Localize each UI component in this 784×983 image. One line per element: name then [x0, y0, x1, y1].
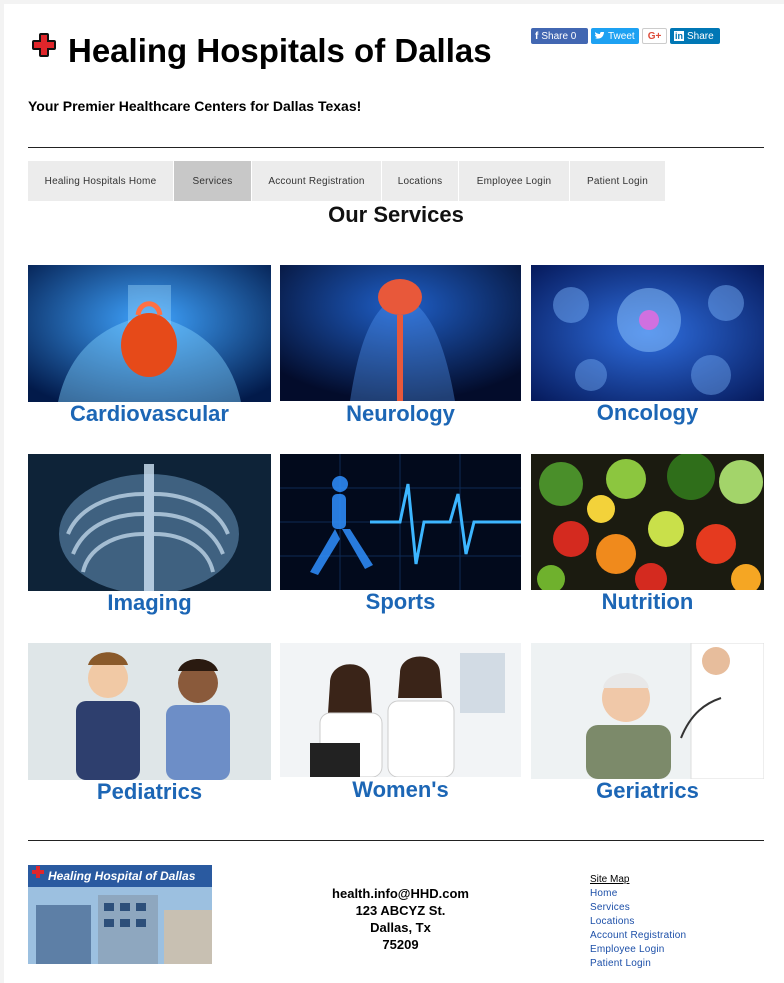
- nav-item-services[interactable]: Services: [174, 161, 252, 201]
- service-tile-sports[interactable]: Sports: [280, 454, 521, 624]
- twitter-bird-icon: [595, 32, 604, 39]
- sitemap-link-patient-login[interactable]: Patient Login: [590, 957, 686, 971]
- header-divider: [28, 147, 764, 148]
- service-tile-womens[interactable]: Women's: [280, 643, 521, 813]
- service-label-neurology: Neurology: [346, 401, 455, 426]
- fruits-vegetables-image: [531, 454, 764, 590]
- sitemap-heading[interactable]: Site Map: [590, 873, 686, 887]
- contact-city: Dallas, Tx: [370, 920, 431, 935]
- service-label-pediatrics: Pediatrics: [96, 779, 203, 804]
- sitemap-link-locations[interactable]: Locations: [590, 915, 686, 929]
- googleplus-share-button[interactable]: G+: [642, 28, 667, 44]
- service-tile-nutrition[interactable]: Nutrition: [531, 454, 764, 624]
- service-label-geriatrics: Geriatrics: [596, 778, 699, 803]
- contact-street: 123 ABCYZ St.: [355, 903, 446, 918]
- service-tile-cardiovascular[interactable]: Cardiovascular: [28, 265, 271, 435]
- site-map: Site Map Home Services Locations Account…: [590, 873, 686, 971]
- brain-spine-image: [280, 265, 521, 401]
- sitemap-link-services[interactable]: Services: [590, 901, 686, 915]
- sitemap-link-home[interactable]: Home: [590, 887, 686, 901]
- services-heading: Our Services: [328, 202, 464, 227]
- linkedin-share-button[interactable]: in Share: [670, 28, 720, 44]
- service-tile-imaging[interactable]: Imaging: [28, 454, 271, 624]
- hospital-building-logo-image: Healing Hospital of Dallas: [28, 865, 212, 964]
- service-label-sports: Sports: [365, 589, 436, 614]
- service-tile-oncology[interactable]: Oncology: [531, 265, 764, 435]
- site-tagline: Your Premier Healthcare Centers for Dall…: [28, 98, 362, 114]
- contact-block: health.info@HHD.com 123 ABCYZ St. Dallas…: [304, 885, 497, 953]
- service-label-cardiovascular: Cardiovascular: [70, 401, 229, 426]
- nav-item-account-registration[interactable]: Account Registration: [252, 161, 382, 201]
- nav-item-patient-login[interactable]: Patient Login: [570, 161, 666, 201]
- facebook-share-label: Share 0: [541, 30, 577, 42]
- nav-item-locations[interactable]: Locations: [382, 161, 459, 201]
- contact-email[interactable]: health.info@HHD.com: [304, 885, 497, 902]
- main-nav: Healing Hospitals Home Services Account …: [28, 161, 666, 201]
- sitemap-link-account-registration[interactable]: Account Registration: [590, 929, 686, 943]
- footer-logo-text: Healing Hospital of Dallas: [48, 869, 196, 883]
- chest-xray-image: [28, 454, 271, 591]
- twitter-tweet-label: Tweet: [608, 30, 635, 42]
- service-label-womens: Women's: [352, 777, 449, 802]
- service-label-imaging: Imaging: [107, 590, 192, 615]
- service-tile-neurology[interactable]: Neurology: [280, 265, 521, 435]
- footer-divider: [28, 840, 764, 841]
- service-label-nutrition: Nutrition: [601, 589, 694, 614]
- facebook-icon: f: [535, 30, 539, 42]
- page: Healing Hospitals of Dallas Your Premier…: [4, 4, 784, 983]
- nav-item-employee-login[interactable]: Employee Login: [459, 161, 570, 201]
- contact-zip: 75209: [382, 937, 419, 952]
- medical-cross-icon: [32, 33, 56, 57]
- service-tile-pediatrics[interactable]: Pediatrics: [28, 643, 271, 813]
- facebook-share-button[interactable]: f Share 0: [531, 28, 588, 44]
- runner-ecg-image: [280, 454, 521, 590]
- service-tile-geriatrics[interactable]: Geriatrics: [531, 643, 764, 813]
- nav-item-home[interactable]: Healing Hospitals Home: [28, 161, 174, 201]
- service-label-oncology: Oncology: [596, 400, 699, 425]
- googleplus-label: G+: [647, 30, 662, 42]
- linkedin-share-label: Share: [687, 30, 714, 42]
- kids-doctors-image: [28, 643, 271, 780]
- heart-anatomy-image: [28, 265, 271, 402]
- women-doctors-image: [280, 643, 521, 777]
- elderly-patient-image: [531, 643, 764, 779]
- linkedin-icon: in: [674, 31, 684, 41]
- sitemap-link-employee-login[interactable]: Employee Login: [590, 943, 686, 957]
- cells-image: [531, 265, 764, 401]
- site-title: Healing Hospitals of Dallas: [68, 32, 492, 69]
- twitter-tweet-button[interactable]: Tweet: [591, 28, 639, 44]
